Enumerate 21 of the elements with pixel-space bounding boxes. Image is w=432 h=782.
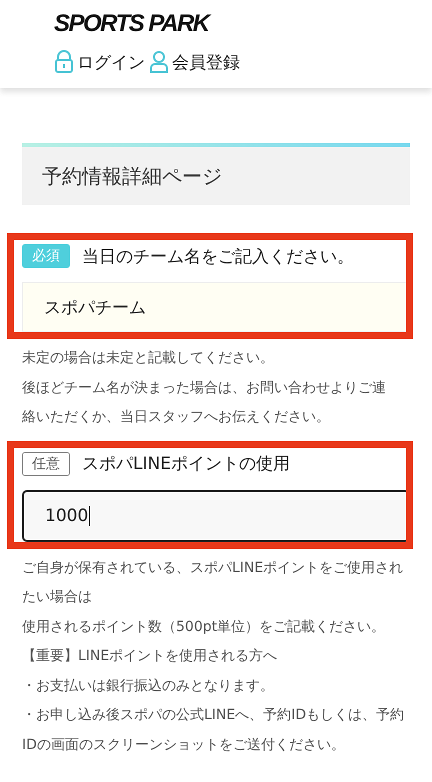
help-text: たい場合は <box>22 588 93 607</box>
text-cursor <box>89 506 90 526</box>
user-icon <box>149 50 169 74</box>
site-logo[interactable]: SPORTS PARK <box>54 10 209 38</box>
help-text: 【重要】LINEポイントを使用される方へ <box>22 647 278 666</box>
field-label: 当日のチーム名をご記入ください。 <box>82 246 354 268</box>
help-text: 絡いただくか、当日スタッフへお伝えください。 <box>22 408 331 427</box>
required-badge: 必須 <box>22 244 70 268</box>
help-text: ご自身が保有されている、スポパLINEポイントをご使用され <box>22 558 404 578</box>
help-text: IDの画面のスクリーンショットをご送付ください。 <box>22 736 346 754</box>
optional-badge: 任意 <box>22 452 70 476</box>
nav-link[interactable]: ログイン <box>54 50 145 74</box>
help-text: ・お支払いは銀行振込のみとなります。 <box>22 676 275 696</box>
help-text: 未定の場合は未定と記載してください。 <box>22 349 275 368</box>
help-text: 使用されるポイント数（500pt単位）をご記載ください。 <box>22 618 386 636</box>
page-title: 予約情報詳細ページ <box>42 162 222 190</box>
help-text: 後ほどチーム名が決まった場合は、お問い合わせよりご連 <box>22 378 387 398</box>
nav-link[interactable]: 会員登録 <box>149 50 240 74</box>
field-label: スポパLINEポイントの使用 <box>82 453 290 475</box>
lock-icon <box>54 50 74 74</box>
help-text: ・お申し込み後スポパの公式LINEへ、予約IDもしくは、予約 <box>22 706 406 725</box>
